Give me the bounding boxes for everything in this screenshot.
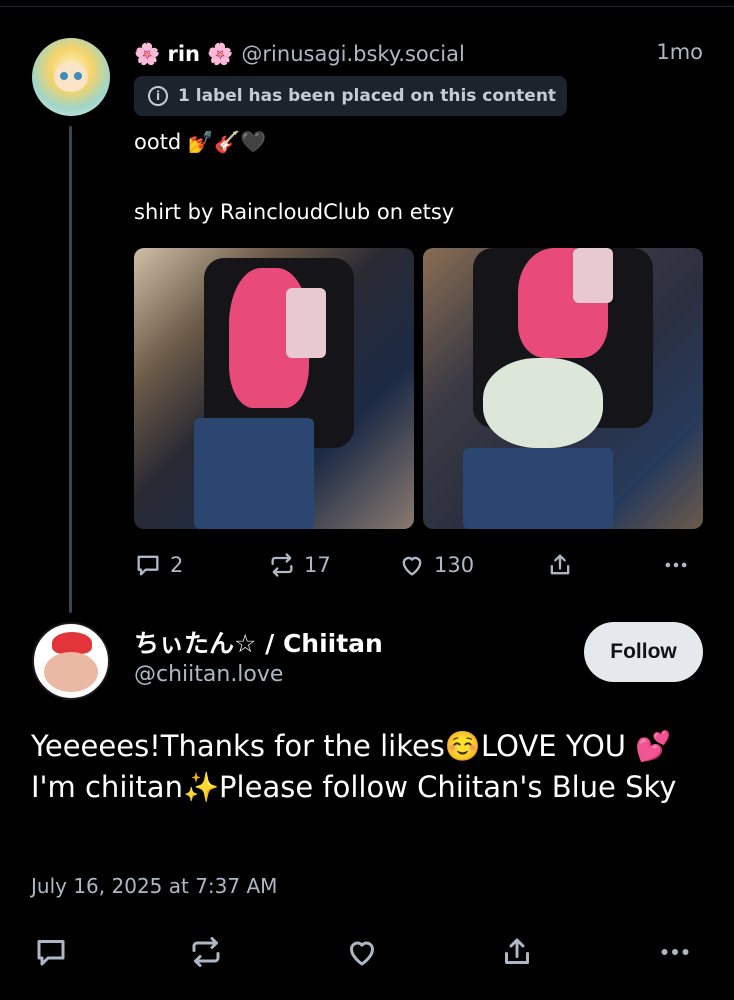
like-count: 130 [434,553,475,577]
label-notice-text: 1 label has been placed on this content [178,86,557,106]
reply-actions [31,932,695,972]
reply-button[interactable]: 2 [134,548,183,582]
reply-button[interactable] [31,932,71,972]
share-button[interactable] [546,548,574,582]
image-phone [286,288,326,358]
share-icon [550,554,570,575]
more-button[interactable] [655,932,695,972]
repost-icon [271,553,293,577]
like-button[interactable]: 130 [398,548,474,582]
reply-text: Yeeeees!Thanks for the likes☺️LOVE YOU 💕… [31,729,677,804]
parent-display-name[interactable]: 🌸 rin 🌸 [134,42,233,67]
info-icon: i [148,86,168,106]
reply-count: 2 [170,553,184,577]
parent-handle[interactable]: @rinusagi.bsky.social [241,42,464,66]
repost-icon [192,937,220,967]
share-icon [505,938,529,964]
reply-icon [37,940,65,966]
parent-text-line1: ootd 💅🎸🖤 [134,130,267,154]
more-button[interactable] [662,548,690,582]
thread-line [69,126,72,613]
like-icon [402,556,422,576]
repost-button[interactable]: 17 [268,548,331,582]
share-button[interactable] [497,932,537,972]
avatar-face [54,62,88,92]
like-icon [350,941,374,966]
post-image-2[interactable] [423,248,703,529]
parent-actions: 2 17 130 [134,548,704,582]
top-divider [0,6,734,7]
post-image-1[interactable] [134,248,414,529]
reply-display-name[interactable]: ちぃたん☆ / Chiitan [134,624,383,660]
repost-button[interactable] [186,932,226,972]
image-garment [483,358,603,448]
avatar-topping [52,632,92,654]
image-jeans [194,418,314,529]
repost-count: 17 [304,553,331,577]
like-button[interactable] [342,932,382,972]
reply-handle[interactable]: @chiitan.love [134,662,283,687]
avatar-eye-right [74,72,82,80]
avatar-eye-left [60,72,68,80]
parent-text-line2: shirt by RaincloudClub on etsy [134,200,455,224]
avatar-rin[interactable] [32,38,110,116]
avatar-face [44,652,98,692]
parent-timestamp[interactable]: 1mo [656,40,703,64]
more-icon [665,562,687,568]
content-label-notice[interactable]: i 1 label has been placed on this conten… [134,76,567,116]
reply-date: July 16, 2025 at 7:37 AM [31,874,278,898]
avatar-chiitan[interactable] [32,622,110,700]
image-jeans [463,448,613,529]
more-icon [661,949,689,955]
parent-author-row[interactable]: 🌸 rin 🌸 @rinusagi.bsky.social [134,38,465,70]
follow-button[interactable]: Follow [584,622,703,682]
image-phone [573,248,613,303]
reply-icon [137,555,159,576]
